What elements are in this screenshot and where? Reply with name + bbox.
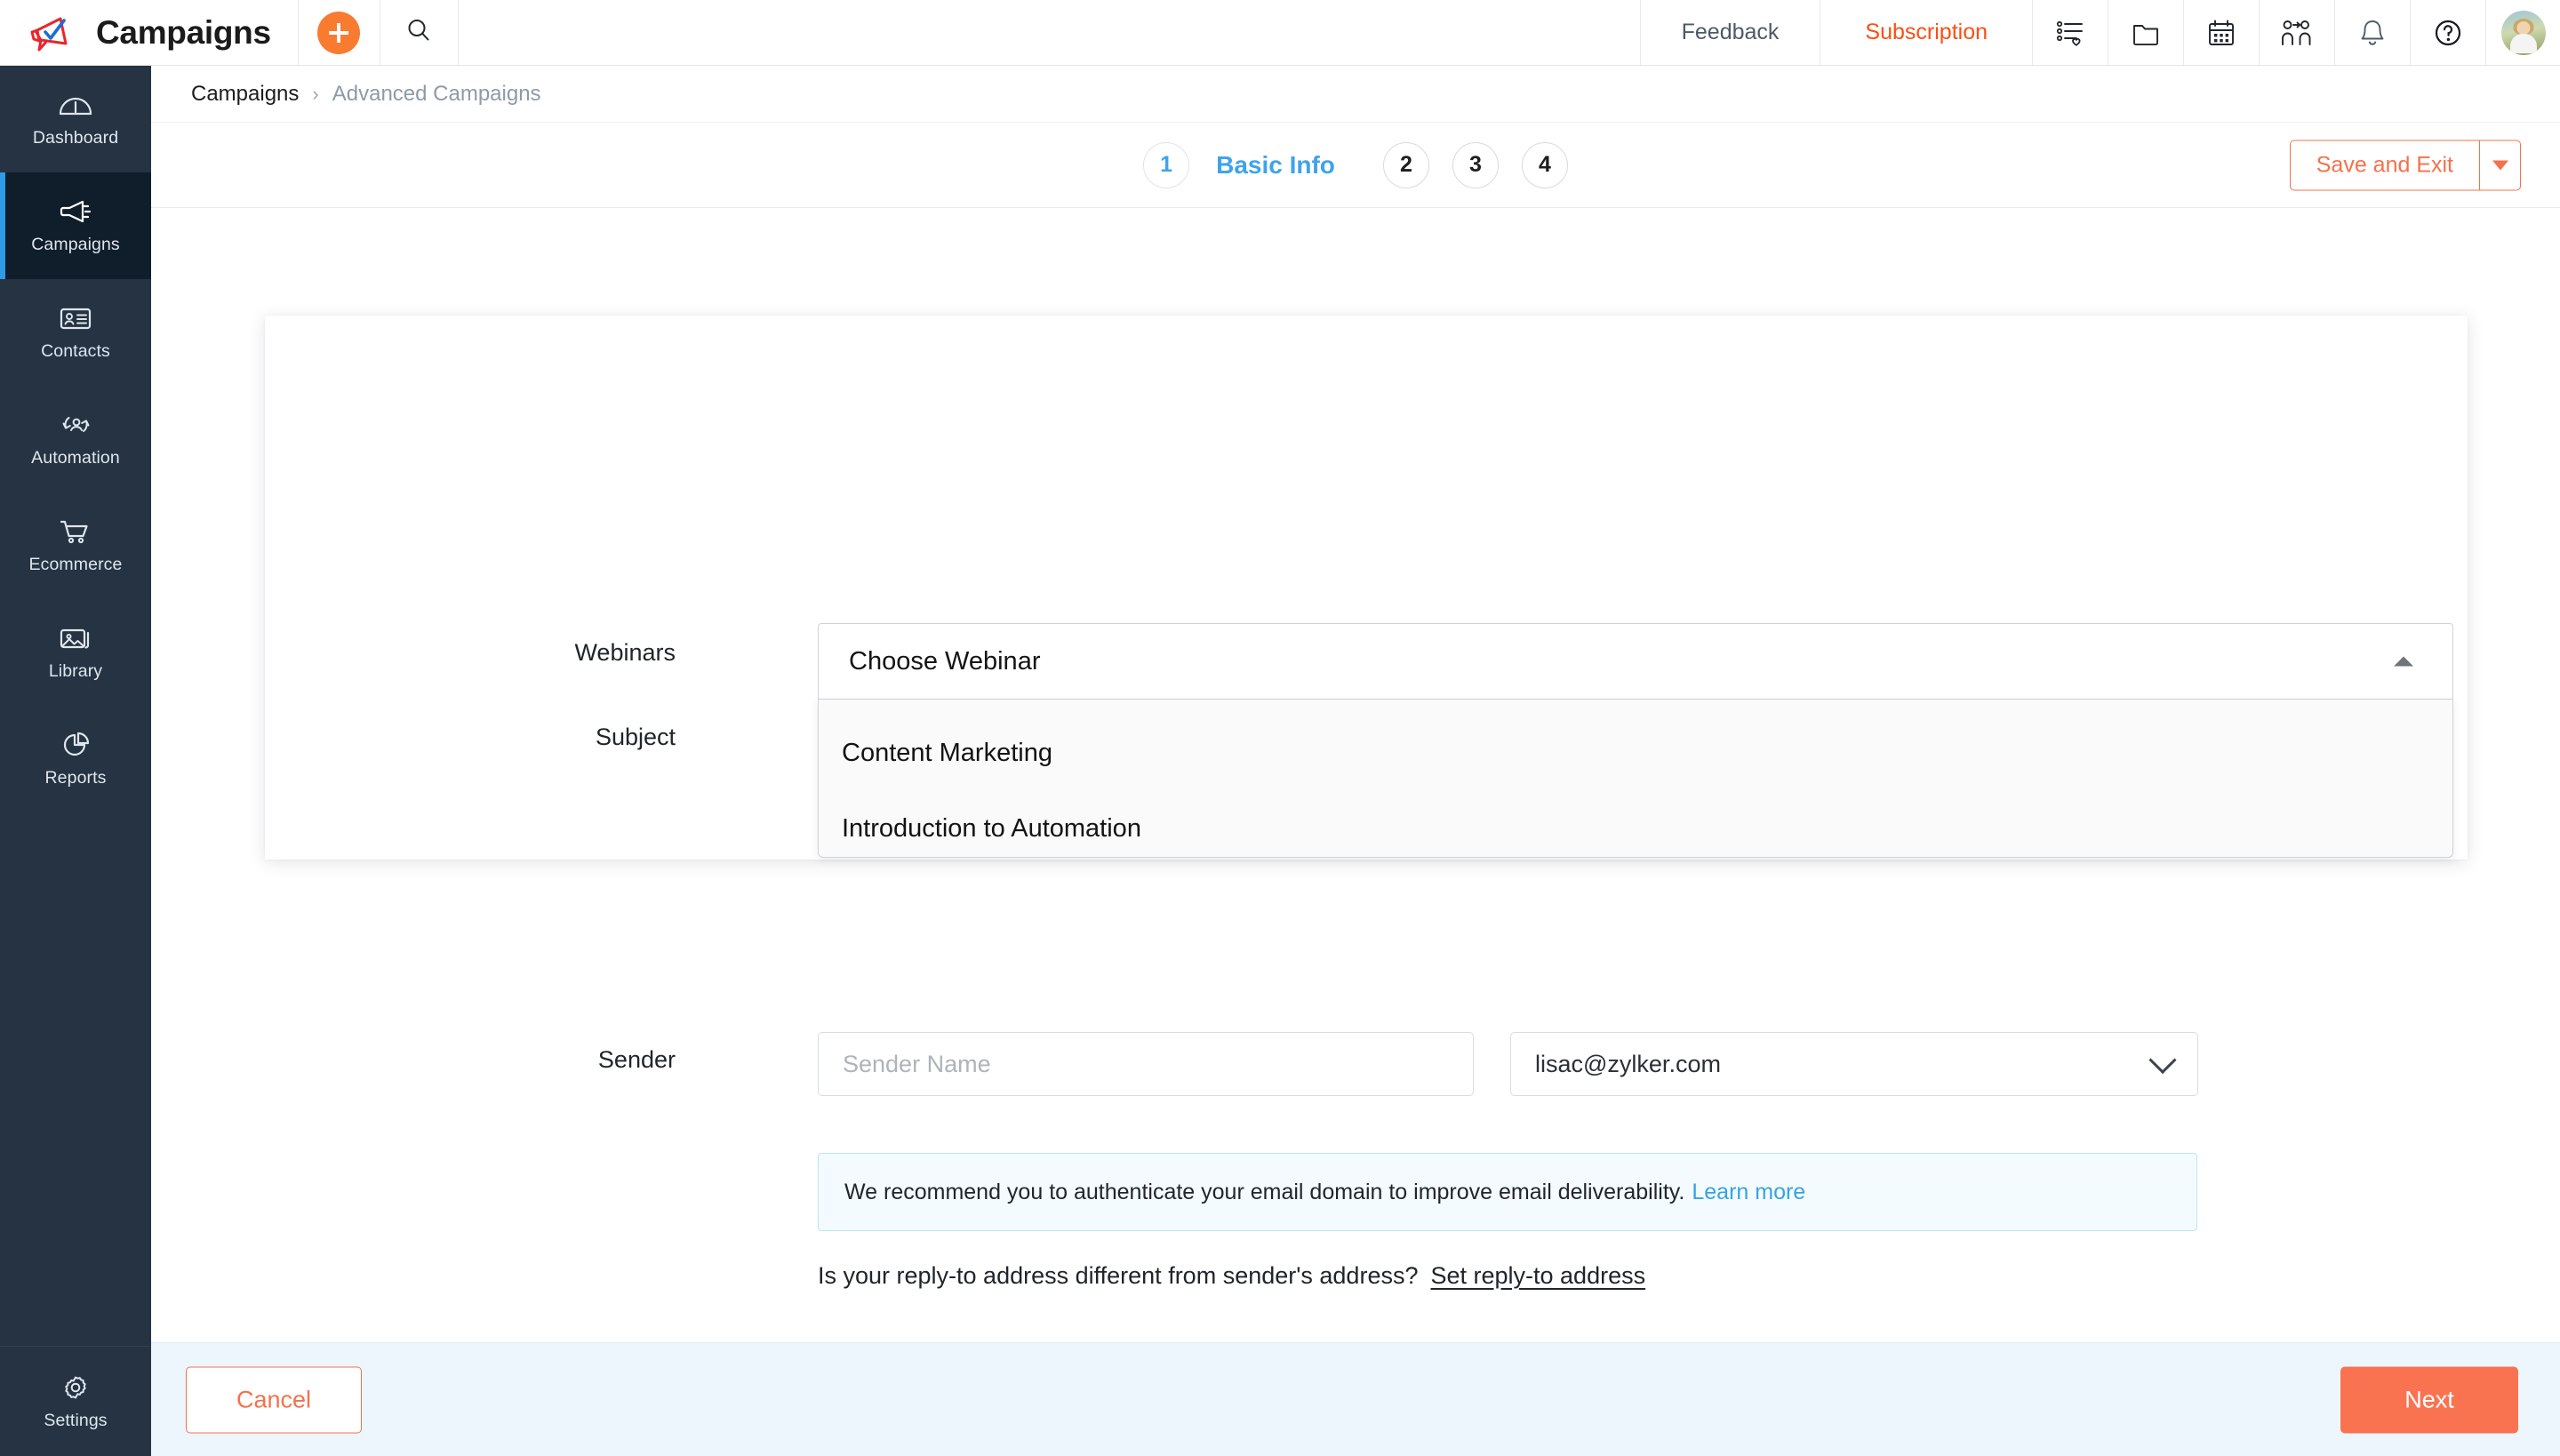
search-button[interactable]	[379, 0, 458, 65]
step-4-circle[interactable]: 4	[1521, 141, 1568, 188]
sender-email-value: lisac@zylker.com	[1535, 1050, 1721, 1077]
chevron-down-icon	[2148, 1046, 2177, 1075]
sidebar: Dashboard Campaigns Contacts Automation …	[0, 66, 151, 1456]
sidebar-item-contacts[interactable]: Contacts	[0, 279, 151, 386]
next-button[interactable]: Next	[2340, 1366, 2518, 1433]
megaphone-icon	[58, 196, 93, 227]
sidebar-item-label: Settings	[44, 1410, 108, 1430]
cart-icon	[58, 516, 93, 547]
sender-name-input[interactable]: Sender Name	[818, 1032, 1474, 1096]
help-button[interactable]	[2410, 0, 2485, 65]
learn-more-link[interactable]: Learn more	[1692, 1180, 1805, 1205]
app-title: Campaigns	[96, 13, 271, 51]
sidebar-item-reports[interactable]: Reports	[0, 706, 151, 812]
webinar-options-list: Content Marketing Introduction to Automa…	[818, 700, 2453, 858]
reply-to-question: Is your reply-to address different from …	[818, 1262, 1419, 1289]
image-icon	[58, 623, 93, 653]
feedback-label: Feedback	[1681, 20, 1780, 44]
plus-icon	[317, 11, 361, 54]
automation-icon	[58, 410, 93, 440]
breadcrumb-current: Advanced Campaigns	[332, 81, 541, 106]
sidebar-item-settings[interactable]: Settings	[0, 1346, 151, 1456]
webinars-label: Webinars	[574, 639, 676, 666]
sender-email-select[interactable]: lisac@zylker.com	[1510, 1032, 2198, 1096]
save-and-exit-button[interactable]: Save and Exit	[2289, 140, 2479, 190]
folder-button[interactable]	[2108, 0, 2183, 65]
user-avatar[interactable]	[2485, 0, 2560, 65]
wizard-steps: 1 Basic Info 2 3 4	[1143, 141, 1568, 188]
sidebar-item-label: Campaigns	[31, 235, 120, 254]
breadcrumb-separator-icon: ›	[312, 82, 319, 105]
sidebar-item-label: Reports	[44, 768, 107, 788]
domain-authentication-notice: We recommend you to authenticate your em…	[818, 1153, 2197, 1231]
step-3-circle[interactable]: 3	[1452, 141, 1499, 188]
user-switch-button[interactable]	[2259, 0, 2334, 65]
notice-text: We recommend you to authenticate your em…	[844, 1179, 1685, 1204]
sidebar-item-label: Ecommerce	[28, 555, 123, 574]
feedback-button[interactable]: Feedback	[1639, 0, 1820, 65]
sidebar-item-campaigns[interactable]: Campaigns	[0, 172, 151, 279]
webinar-select-value: Choose Webinar	[849, 646, 1041, 676]
save-and-exit-dropdown-button[interactable]	[2479, 140, 2521, 190]
chevron-up-icon	[2394, 656, 2413, 667]
notifications-button[interactable]	[2334, 0, 2410, 65]
top-bar: Campaigns Feedback Subscription	[0, 0, 2560, 66]
chevron-down-icon	[2492, 160, 2508, 170]
reply-to-row: Is your reply-to address different from …	[818, 1262, 1645, 1290]
subject-label: Subject	[595, 724, 676, 750]
sidebar-item-automation[interactable]: Automation	[0, 386, 151, 492]
calendar-icon	[2206, 18, 2236, 48]
subscription-button[interactable]: Subscription	[1820, 0, 2032, 65]
webinar-option[interactable]: Introduction to Automation	[819, 791, 2452, 867]
bell-icon	[2357, 18, 2388, 48]
sidebar-item-dashboard[interactable]: Dashboard	[0, 66, 151, 172]
pie-chart-icon	[58, 730, 93, 760]
sender-label: Sender	[597, 1046, 676, 1073]
sidebar-item-label: Contacts	[41, 341, 110, 361]
help-circle-icon	[2433, 18, 2463, 48]
breadcrumb: Campaigns › Advanced Campaigns	[151, 66, 2560, 123]
form-area: Webinars Subject Choose Webinar Content …	[151, 208, 2560, 1396]
list-heart-button[interactable]	[2032, 0, 2108, 65]
webinar-option[interactable]: Content Marketing	[819, 716, 2452, 791]
gear-icon	[60, 1372, 91, 1403]
sidebar-item-label: Automation	[31, 448, 120, 468]
avatar	[2500, 10, 2546, 55]
calendar-button[interactable]	[2183, 0, 2259, 65]
contact-card-icon	[58, 303, 93, 333]
create-new-button[interactable]	[297, 0, 380, 65]
sidebar-item-library[interactable]: Library	[0, 599, 151, 706]
megaphone-check-logo	[30, 13, 76, 52]
wizard-step-bar: 1 Basic Info 2 3 4 Save and Exit	[151, 123, 2560, 208]
app-brand[interactable]: Campaigns	[0, 0, 298, 65]
main-content: Campaigns › Advanced Campaigns 1 Basic I…	[151, 66, 2560, 1456]
sidebar-item-ecommerce[interactable]: Ecommerce	[0, 492, 151, 599]
step-2-circle[interactable]: 2	[1382, 141, 1429, 188]
list-heart-icon	[2055, 18, 2085, 48]
save-and-exit-group: Save and Exit	[2289, 140, 2521, 190]
wizard-footer: Cancel Next	[151, 1342, 2560, 1456]
search-icon	[405, 17, 432, 48]
step-1-label: Basic Info	[1216, 150, 1335, 179]
gauge-icon	[58, 90, 93, 120]
webinar-select[interactable]: Choose Webinar	[818, 623, 2453, 700]
set-reply-to-address-link[interactable]: Set reply-to address	[1430, 1262, 1645, 1290]
sidebar-item-label: Dashboard	[32, 128, 119, 148]
step-1-circle[interactable]: 1	[1143, 141, 1190, 188]
sidebar-item-label: Library	[48, 661, 103, 681]
breadcrumb-root[interactable]: Campaigns	[191, 82, 299, 107]
topbar-spacer	[457, 0, 1640, 65]
folder-icon	[2131, 18, 2161, 48]
subscription-label: Subscription	[1865, 20, 1988, 44]
user-switch-icon	[2281, 18, 2313, 48]
cancel-button[interactable]: Cancel	[186, 1366, 362, 1433]
